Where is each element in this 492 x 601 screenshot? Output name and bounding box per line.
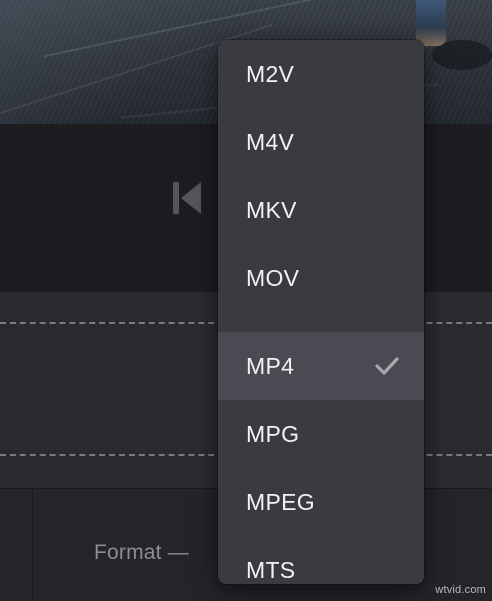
skip-to-start-icon bbox=[173, 182, 201, 214]
format-option-label: M2V bbox=[246, 60, 295, 87]
format-option-label: MP4 bbox=[246, 352, 295, 379]
format-option-mkv[interactable]: MKV bbox=[218, 176, 424, 244]
format-option-label: MTS bbox=[246, 556, 296, 583]
format-option-mpg[interactable]: MPG bbox=[218, 400, 424, 468]
format-dropdown-menu: M2V M4V MKV MOV MP4 MPG MPEG MTS bbox=[218, 40, 424, 584]
watermark: wtvid.com bbox=[435, 584, 486, 596]
format-option-label: MKV bbox=[246, 196, 297, 223]
format-option-label: MPG bbox=[246, 420, 300, 447]
checkmark-icon bbox=[375, 357, 399, 375]
format-option-m2v[interactable]: M2V bbox=[218, 40, 424, 108]
format-option-label: MOV bbox=[246, 264, 300, 291]
format-option-mov[interactable]: MOV bbox=[218, 244, 424, 312]
skip-to-start-button[interactable] bbox=[170, 180, 204, 216]
format-option-label: MPEG bbox=[246, 488, 315, 515]
format-option-mp4[interactable]: MP4 bbox=[218, 332, 424, 400]
format-label: Format — bbox=[94, 541, 189, 564]
format-option-m4v[interactable]: M4V bbox=[218, 108, 424, 176]
settings-divider bbox=[32, 489, 33, 600]
format-option-mpeg[interactable]: MPEG bbox=[218, 468, 424, 536]
format-option-label: M4V bbox=[246, 128, 295, 155]
format-option-mts[interactable]: MTS bbox=[218, 536, 424, 584]
